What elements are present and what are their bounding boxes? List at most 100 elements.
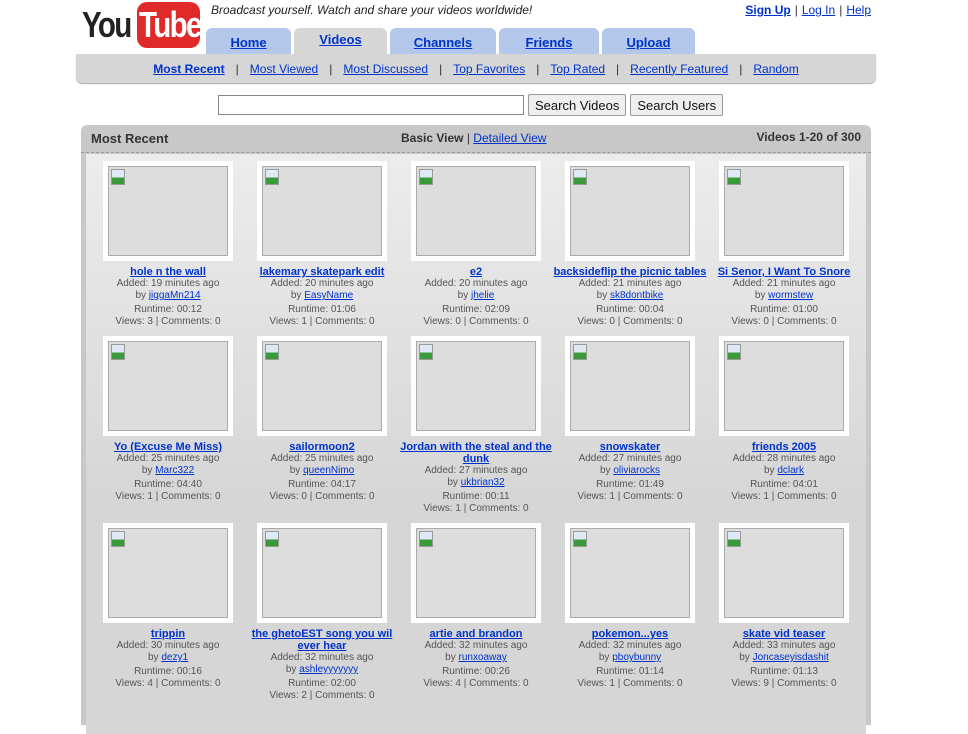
search-videos-button[interactable]: Search Videos xyxy=(528,94,627,116)
uploader-link[interactable]: jhelie xyxy=(471,290,494,301)
video-thumbnail[interactable] xyxy=(570,341,690,431)
uploader-link[interactable]: wormstew xyxy=(768,290,813,301)
video-thumbnail[interactable] xyxy=(416,166,536,256)
video-thumbnail[interactable] xyxy=(416,341,536,431)
video-thumbnail-frame[interactable] xyxy=(257,336,387,436)
video-title-link[interactable]: hole n the wall xyxy=(130,266,206,278)
broken-image-icon xyxy=(419,169,433,185)
video-thumbnail-frame[interactable] xyxy=(719,161,849,261)
subnav-most-viewed[interactable]: Most Viewed xyxy=(250,62,318,76)
video-title-link[interactable]: snowskater xyxy=(600,441,661,453)
uploader-link[interactable]: Marc322 xyxy=(155,465,194,476)
video-title-link[interactable]: trippin xyxy=(151,628,185,640)
video-thumbnail-frame[interactable] xyxy=(411,336,541,436)
video-thumbnail-frame[interactable] xyxy=(565,523,695,623)
video-thumbnail[interactable] xyxy=(570,166,690,256)
tab-home-label[interactable]: Home xyxy=(230,35,266,50)
video-thumbnail-frame[interactable] xyxy=(257,523,387,623)
broken-image-icon xyxy=(265,169,279,185)
subnav-top-favorites[interactable]: Top Favorites xyxy=(453,62,525,76)
video-thumbnail-frame[interactable] xyxy=(103,336,233,436)
video-title-link[interactable]: lakemary skatepark edit xyxy=(260,266,385,278)
video-added: Added: 21 minutes ago xyxy=(578,278,682,289)
video-title-link[interactable]: Yo (Excuse Me Miss) xyxy=(114,441,222,453)
subnav-recently-featured[interactable]: Recently Featured xyxy=(630,62,728,76)
sign-up-link[interactable]: Sign Up xyxy=(745,3,790,17)
video-thumbnail[interactable] xyxy=(570,528,690,618)
uploader-link[interactable]: jiggaMn214 xyxy=(149,290,201,301)
video-thumbnail[interactable] xyxy=(724,528,844,618)
tab-channels-label[interactable]: Channels xyxy=(414,35,473,50)
video-item: friends 2005 Added: 28 minutes ago by dc… xyxy=(707,336,861,503)
tab-upload[interactable]: Upload xyxy=(602,28,695,54)
tagline: Broadcast yourself. Watch and share your… xyxy=(211,3,533,17)
video-thumbnail-frame[interactable] xyxy=(411,523,541,623)
video-title-link[interactable]: Si Senor, I Want To Snore xyxy=(718,266,851,278)
video-thumbnail-frame[interactable] xyxy=(411,161,541,261)
video-thumbnail[interactable] xyxy=(108,166,228,256)
video-thumbnail-frame[interactable] xyxy=(565,161,695,261)
video-count: Videos 1-20 of 300 xyxy=(756,130,862,144)
video-stats: Views: 0 | Comments: 0 xyxy=(423,316,529,327)
video-thumbnail[interactable] xyxy=(262,166,382,256)
subnav-random[interactable]: Random xyxy=(753,62,798,76)
uploader-link[interactable]: runxoaway xyxy=(458,652,506,663)
video-thumbnail[interactable] xyxy=(262,341,382,431)
uploader-link[interactable]: EasyName xyxy=(304,290,353,301)
video-thumbnail-frame[interactable] xyxy=(565,336,695,436)
uploader-link[interactable]: dezy1 xyxy=(161,652,188,663)
video-thumbnail-frame[interactable] xyxy=(257,161,387,261)
uploader-link[interactable]: pboybunny xyxy=(612,652,661,663)
by-label: by xyxy=(135,290,147,301)
help-link[interactable]: Help xyxy=(846,3,871,17)
video-item: pokemon...yes Added: 32 minutes ago by p… xyxy=(553,523,707,690)
subnav-most-recent[interactable]: Most Recent xyxy=(153,62,224,76)
video-thumbnail-frame[interactable] xyxy=(719,336,849,436)
search-users-button[interactable]: Search Users xyxy=(630,94,724,116)
uploader-link[interactable]: dclark xyxy=(777,465,804,476)
video-thumbnail[interactable] xyxy=(416,528,536,618)
tab-videos[interactable]: Videos xyxy=(294,28,387,54)
video-thumbnail[interactable] xyxy=(262,528,382,618)
youtube-logo[interactable]: You Tube xyxy=(80,2,202,50)
detailed-view-link[interactable]: Detailed View xyxy=(473,131,546,145)
video-title-link[interactable]: skate vid teaser xyxy=(743,628,826,640)
subnav-top-rated[interactable]: Top Rated xyxy=(550,62,605,76)
video-title-link[interactable]: backsideflip the picnic tables xyxy=(554,266,707,278)
video-thumbnail-frame[interactable] xyxy=(103,523,233,623)
video-thumbnail-frame[interactable] xyxy=(719,523,849,623)
uploader-link[interactable]: Joncaseyisdashit xyxy=(753,652,829,663)
video-thumbnail[interactable] xyxy=(724,166,844,256)
by-label: by xyxy=(599,465,611,476)
tab-channels[interactable]: Channels xyxy=(390,28,496,54)
uploader-link[interactable]: ashleyyyyyyy xyxy=(299,664,358,675)
tab-friends[interactable]: Friends xyxy=(499,28,599,54)
uploader-link[interactable]: oliviarocks xyxy=(613,465,660,476)
tab-upload-label[interactable]: Upload xyxy=(626,35,670,50)
video-thumbnail[interactable] xyxy=(108,528,228,618)
uploader-link[interactable]: queenNimo xyxy=(303,465,354,476)
search-input[interactable] xyxy=(218,95,524,115)
video-title-link[interactable]: artie and brandon xyxy=(430,628,523,640)
uploader-link[interactable]: ukbrian32 xyxy=(461,477,505,488)
video-title-link[interactable]: Jordan with the steal and the dunk xyxy=(400,441,552,465)
tab-videos-label[interactable]: Videos xyxy=(319,32,361,47)
video-title-link[interactable]: the ghetoEST song you wil ever hear xyxy=(252,628,393,652)
video-title-link[interactable]: sailormoon2 xyxy=(289,441,354,453)
video-item: lakemary skatepark edit Added: 20 minute… xyxy=(245,161,399,328)
video-stats: Views: 0 | Comments: 0 xyxy=(269,491,375,502)
video-title: trippin xyxy=(91,628,245,640)
video-title-link[interactable]: pokemon...yes xyxy=(592,628,668,640)
video-thumbnail[interactable] xyxy=(108,341,228,431)
video-thumbnail[interactable] xyxy=(724,341,844,431)
subnav-most-discussed[interactable]: Most Discussed xyxy=(343,62,428,76)
video-title-link[interactable]: friends 2005 xyxy=(752,441,816,453)
video-title-link[interactable]: e2 xyxy=(470,266,482,278)
video-thumbnail-frame[interactable] xyxy=(103,161,233,261)
video-added: Added: 19 minutes ago xyxy=(116,278,220,289)
video-runtime: Runtime: 00:26 xyxy=(442,666,510,677)
log-in-link[interactable]: Log In xyxy=(802,3,835,17)
tab-friends-label[interactable]: Friends xyxy=(526,35,573,50)
tab-home[interactable]: Home xyxy=(206,28,291,54)
uploader-link[interactable]: sk8dontbike xyxy=(610,290,663,301)
